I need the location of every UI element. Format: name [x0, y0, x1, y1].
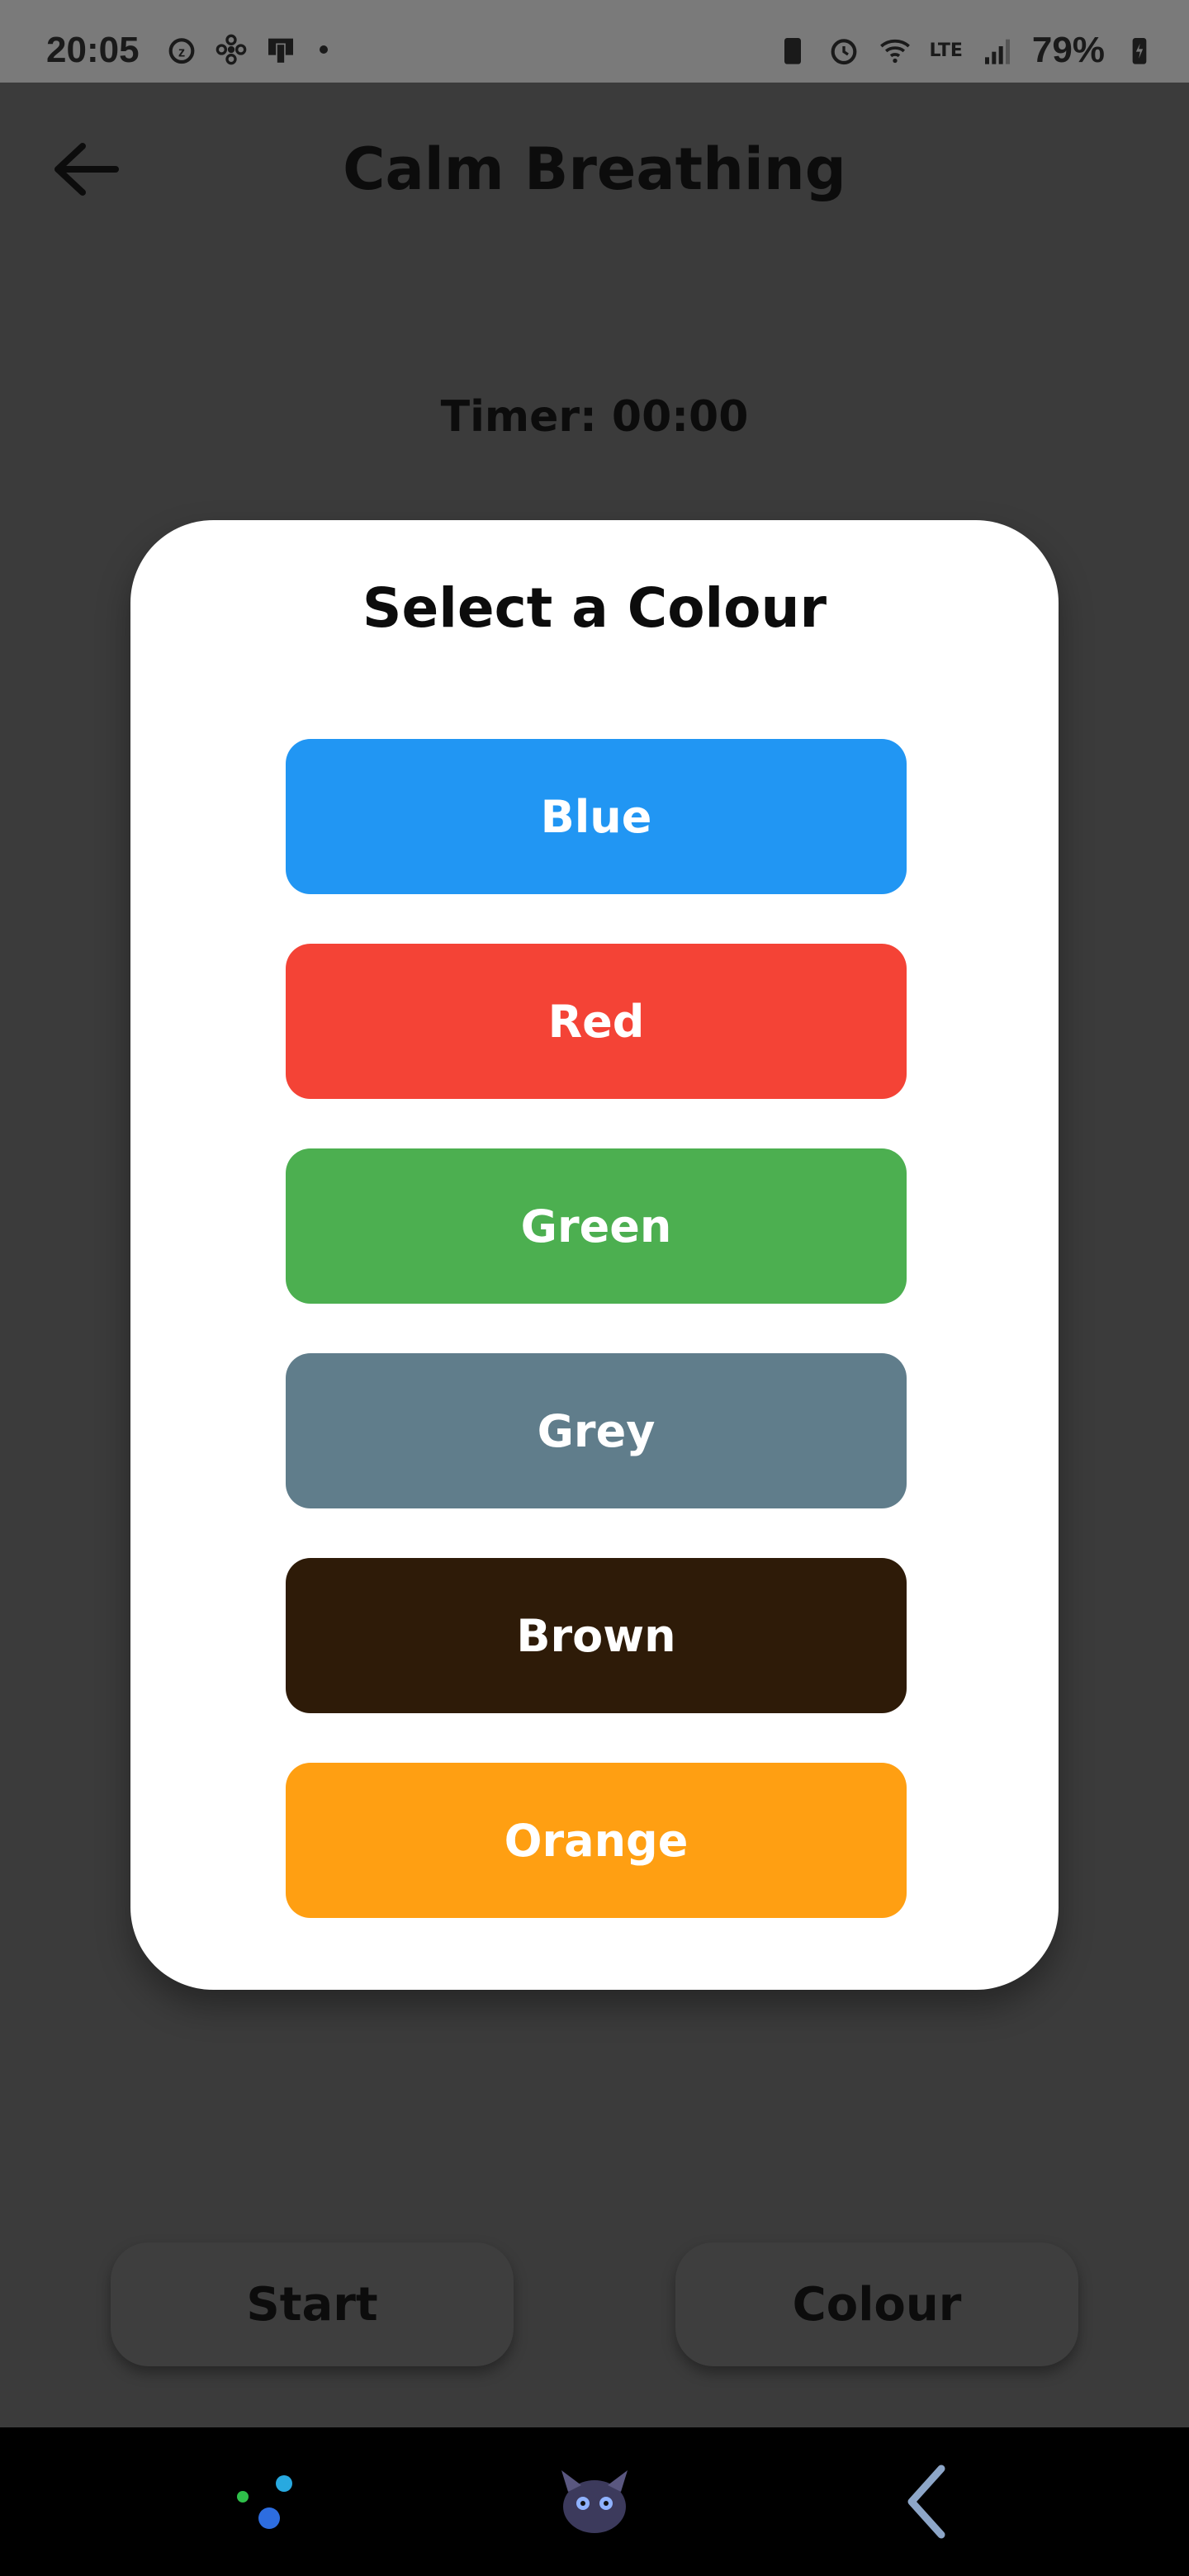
screen-cast-icon [268, 38, 293, 64]
colour-select-dialog: Select a Colour Blue Red Green Grey Brow… [130, 520, 1059, 1990]
status-time: 20:05 [46, 30, 140, 70]
svg-text:z: z [178, 44, 185, 59]
colour-option-blue[interactable]: Blue [286, 739, 907, 894]
dot-icon [320, 45, 328, 54]
status-right-icons: LTE 79% [776, 30, 1157, 71]
battery-charging-icon [1132, 38, 1147, 64]
colour-button[interactable]: Colour [675, 2242, 1078, 2366]
stars-icon [237, 2475, 292, 2529]
dialog-title: Select a Colour [362, 576, 827, 640]
start-button[interactable]: Start [111, 2242, 514, 2366]
nav-dragon-button[interactable] [553, 2460, 636, 2543]
status-bar: 20:05 z LTE 79% [0, 0, 1189, 83]
colour-option-orange[interactable]: Orange [286, 1763, 907, 1918]
app-header: Calm Breathing [0, 83, 1189, 260]
wifi-icon [879, 39, 910, 64]
colour-option-red[interactable]: Red [286, 944, 907, 1099]
dragon-icon [561, 2470, 628, 2533]
timer-label: Timer: 00:00 [440, 392, 749, 442]
alarm-snooze-icon: z [168, 38, 195, 64]
page-title: Calm Breathing [343, 135, 846, 203]
back-gesture-icon [907, 2465, 945, 2539]
navigation-bar [0, 2427, 1189, 2576]
colour-option-grey[interactable]: Grey [286, 1353, 907, 1508]
signal-icon [984, 39, 1010, 64]
nav-back-button[interactable] [883, 2460, 966, 2543]
status-left-icons: z [165, 33, 334, 66]
battery-saver-icon [784, 38, 801, 64]
nav-stars-button[interactable] [223, 2460, 306, 2543]
alarm-icon [831, 39, 856, 65]
colour-option-brown[interactable]: Brown [286, 1558, 907, 1713]
battery-percent: 79% [1031, 30, 1105, 70]
network-type-label: LTE [929, 40, 963, 61]
colour-option-green[interactable]: Green [286, 1148, 907, 1304]
fan-icon [216, 34, 247, 65]
